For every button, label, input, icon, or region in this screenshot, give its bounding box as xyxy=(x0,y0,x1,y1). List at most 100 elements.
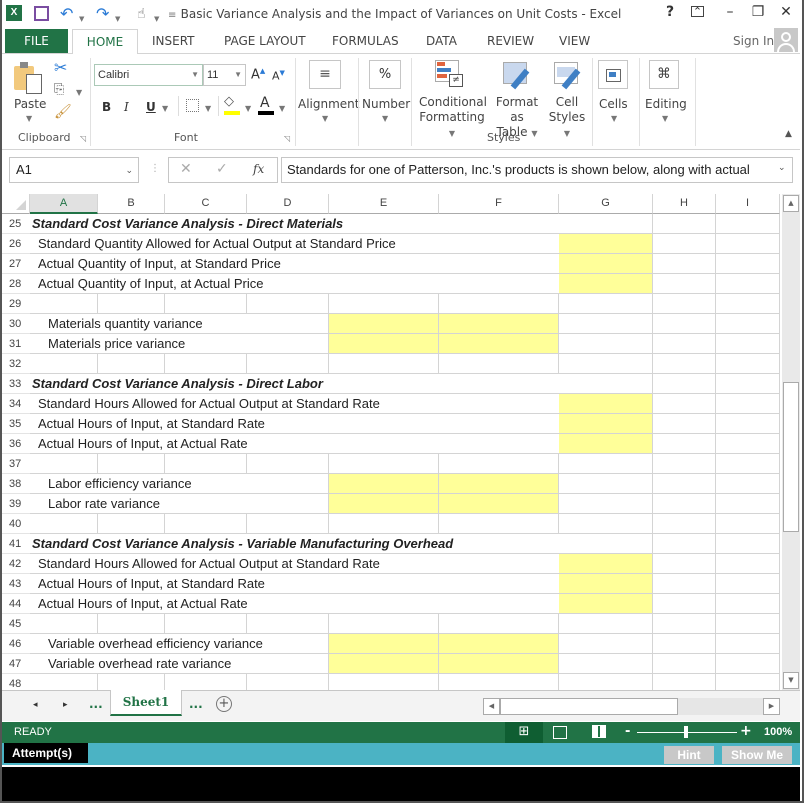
line-item-label[interactable]: Actual Hours of Input, at Actual Rate xyxy=(38,594,248,614)
font-color-icon[interactable]: A xyxy=(260,95,270,111)
help-icon[interactable]: ? xyxy=(660,4,680,20)
input-cell-range[interactable] xyxy=(559,394,653,454)
page-break-view-icon[interactable] xyxy=(592,725,606,738)
row-header[interactable]: 33 xyxy=(2,374,30,394)
tab-formulas[interactable]: FORMULAS xyxy=(332,34,399,48)
column-header-a[interactable]: A xyxy=(30,194,98,214)
input-cell-range[interactable] xyxy=(559,234,653,294)
close-icon[interactable]: ✕ xyxy=(776,4,796,20)
scroll-down-icon[interactable]: ▼ xyxy=(783,672,799,689)
section-heading[interactable]: Standard Cost Variance Analysis - Direct… xyxy=(32,374,323,394)
row-header[interactable]: 31 xyxy=(2,334,30,354)
copy-dropdown-icon[interactable]: ▼ xyxy=(76,88,82,97)
column-header-d[interactable]: D xyxy=(247,194,329,214)
variance-label[interactable]: Variable overhead efficiency variance xyxy=(48,634,263,654)
alignment-button[interactable]: Alignment xyxy=(298,97,359,112)
prev-sheet-icon[interactable]: ◂ xyxy=(33,700,38,710)
zoom-out-button[interactable]: - xyxy=(625,724,630,739)
variance-label[interactable]: Materials quantity variance xyxy=(48,314,203,334)
insert-function-icon[interactable]: fx xyxy=(253,162,264,176)
line-item-label[interactable]: Actual Hours of Input, at Standard Rate xyxy=(38,414,265,434)
select-all-corner[interactable] xyxy=(2,194,30,214)
formula-bar-grip[interactable]: ⋮ xyxy=(150,163,160,174)
minimize-icon[interactable]: – xyxy=(720,4,740,20)
row-header[interactable]: 34 xyxy=(2,394,30,414)
font-size-combo[interactable]: 11 ▼ xyxy=(203,64,246,86)
column-header-c[interactable]: C xyxy=(165,194,247,214)
input-cell-range[interactable] xyxy=(559,554,653,614)
editing-dropdown-icon[interactable]: ▼ xyxy=(662,114,668,123)
column-header-i[interactable]: I xyxy=(716,194,780,214)
input-cell-range[interactable] xyxy=(329,634,559,674)
input-cell-range[interactable] xyxy=(329,474,559,514)
find-binoculars-icon[interactable]: ⌘ xyxy=(649,60,679,89)
scroll-right-icon[interactable]: ▶ xyxy=(763,698,780,715)
cells-button[interactable]: Cells xyxy=(599,97,628,112)
line-item-label[interactable]: Actual Hours of Input, at Actual Rate xyxy=(38,434,248,454)
format-as-table-icon[interactable] xyxy=(503,62,533,90)
zoom-slider-thumb[interactable] xyxy=(684,726,688,738)
borders-icon[interactable] xyxy=(186,99,199,112)
normal-view-icon[interactable]: ⊞ xyxy=(505,722,543,743)
row-header[interactable]: 35 xyxy=(2,414,30,434)
row-header[interactable]: 25 xyxy=(2,214,30,234)
alignment-icon[interactable]: ≡ xyxy=(309,60,341,89)
clipboard-launcher-icon[interactable]: ◹ xyxy=(80,134,86,143)
line-item-label[interactable]: Actual Hours of Input, at Standard Rate xyxy=(38,574,265,594)
number-format-icon[interactable]: % xyxy=(369,60,401,89)
name-box[interactable]: A1 ⌄ xyxy=(9,157,139,183)
sign-in-link[interactable]: Sign In xyxy=(733,34,774,48)
column-header-h[interactable]: H xyxy=(653,194,716,214)
line-item-label[interactable]: Standard Quantity Allowed for Actual Out… xyxy=(38,234,396,254)
column-header-g[interactable]: G xyxy=(559,194,653,214)
row-header[interactable]: 40 xyxy=(2,514,30,534)
line-item-label[interactable]: Actual Quantity of Input, at Standard Pr… xyxy=(38,254,281,274)
row-header[interactable]: 46 xyxy=(2,634,30,654)
scroll-up-icon[interactable]: ▲ xyxy=(783,195,799,212)
row-header[interactable]: 47 xyxy=(2,654,30,674)
variance-label[interactable]: Labor efficiency variance xyxy=(48,474,192,494)
underline-dropdown-icon[interactable]: ▼ xyxy=(162,104,168,113)
column-header-e[interactable]: E xyxy=(329,194,439,214)
tab-data[interactable]: DATA xyxy=(426,34,457,48)
cut-icon[interactable]: ✂ xyxy=(54,58,67,77)
column-header-f[interactable]: F xyxy=(439,194,559,214)
row-header[interactable]: 29 xyxy=(2,294,30,314)
line-item-label[interactable]: Standard Hours Allowed for Actual Output… xyxy=(38,554,380,574)
section-heading[interactable]: Standard Cost Variance Analysis - Direct… xyxy=(32,214,343,234)
formula-input[interactable]: Standards for one of Patterson, Inc.'s p… xyxy=(281,157,793,183)
page-layout-view-icon[interactable] xyxy=(553,726,567,739)
paste-button[interactable]: Paste xyxy=(14,97,46,112)
paste-icon[interactable] xyxy=(14,62,44,94)
row-header[interactable]: 39 xyxy=(2,494,30,514)
hint-button[interactable]: Hint xyxy=(664,746,714,764)
number-dropdown-icon[interactable]: ▼ xyxy=(382,114,388,123)
row-header[interactable]: 37 xyxy=(2,454,30,474)
row-header[interactable]: 27 xyxy=(2,254,30,274)
row-header[interactable]: 28 xyxy=(2,274,30,294)
cells-dropdown-icon[interactable]: ▼ xyxy=(611,114,617,123)
paste-dropdown-icon[interactable]: ▼ xyxy=(26,114,32,123)
row-header[interactable]: 43 xyxy=(2,574,30,594)
underline-button[interactable]: U xyxy=(146,100,156,114)
input-cell-range[interactable] xyxy=(329,314,559,354)
alignment-dropdown-icon[interactable]: ▼ xyxy=(322,114,328,123)
show-me-button[interactable]: Show Me xyxy=(722,746,792,764)
horizontal-scroll-track[interactable] xyxy=(678,698,763,715)
number-button[interactable]: Number xyxy=(362,97,410,112)
format-painter-icon[interactable]: 🖌 xyxy=(54,104,72,120)
add-sheet-icon[interactable]: + xyxy=(216,696,232,712)
tab-view[interactable]: VIEW xyxy=(559,34,590,48)
row-header[interactable]: 32 xyxy=(2,354,30,374)
user-avatar-icon[interactable] xyxy=(774,28,798,52)
fill-color-dropdown-icon[interactable]: ▼ xyxy=(245,104,251,113)
tab-insert[interactable]: INSERT xyxy=(152,34,195,48)
borders-dropdown-icon[interactable]: ▼ xyxy=(205,104,211,113)
tab-review[interactable]: REVIEW xyxy=(487,34,534,48)
italic-button[interactable]: I xyxy=(124,100,129,114)
bold-button[interactable]: B xyxy=(102,100,111,114)
tab-page-layout[interactable]: PAGE LAYOUT xyxy=(224,34,306,48)
variance-label[interactable]: Materials price variance xyxy=(48,334,185,354)
vertical-scroll-thumb[interactable] xyxy=(783,382,799,532)
font-color-dropdown-icon[interactable]: ▼ xyxy=(279,104,285,113)
